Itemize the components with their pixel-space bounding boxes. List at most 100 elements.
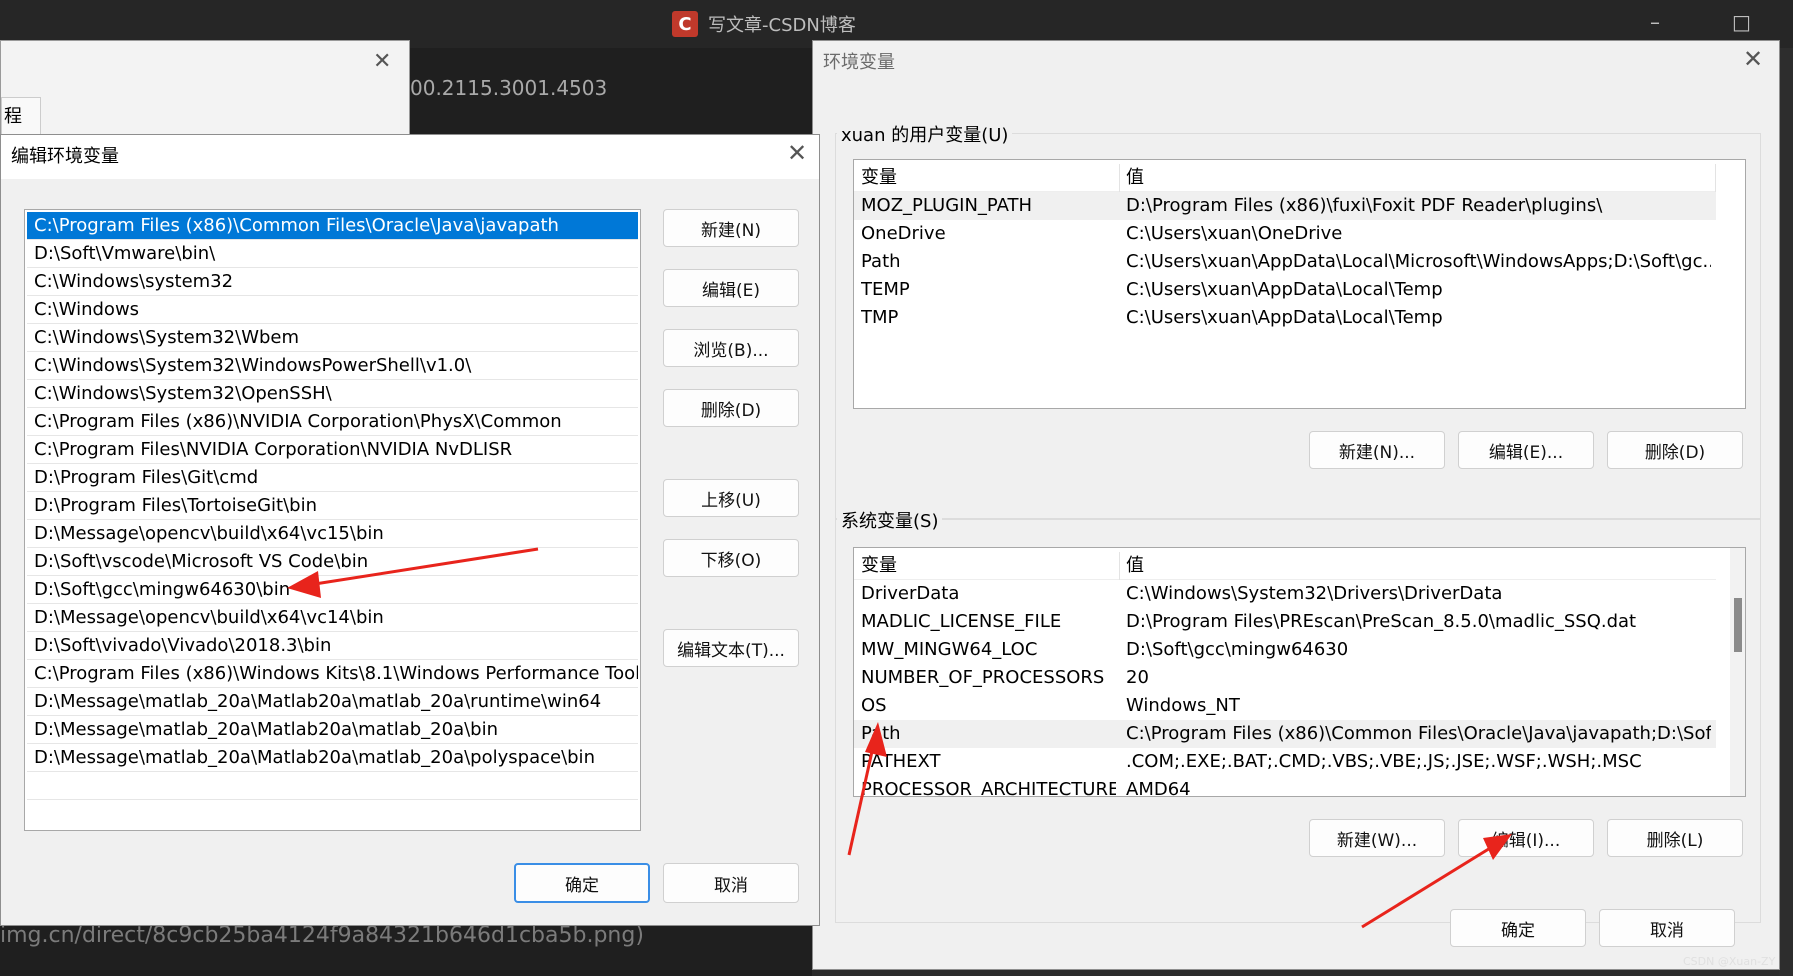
table-row[interactable]: MW_MINGW64_LOC D:\Soft\gcc\mingw64630 — [854, 636, 1716, 664]
list-item[interactable]: C:\Windows\System32\WindowsPowerShell\v1… — [27, 352, 638, 380]
browse-button[interactable]: 浏览(B)... — [663, 329, 799, 367]
move-up-button[interactable]: 上移(U) — [663, 479, 799, 517]
var-value: C:\Users\xuan\AppData\Local\Temp — [1126, 307, 1443, 328]
list-item[interactable]: C:\Windows\system32 — [27, 268, 638, 296]
list-item[interactable]: D:\Soft\vscode\Microsoft VS Code\bin — [27, 548, 638, 576]
column-header-variable[interactable]: 变量 — [861, 552, 1116, 580]
table-row[interactable]: MADLIC_LICENSE_FILE D:\Program Files\PRE… — [854, 608, 1716, 636]
list-item[interactable]: D:\Program Files\TortoiseGit\bin — [27, 492, 638, 520]
edit-environment-variable-dialog: 编辑环境变量 ✕ C:\Program Files (x86)\Common F… — [0, 134, 820, 926]
var-name: OS — [861, 695, 887, 716]
table-row-path[interactable]: Path C:\Program Files (x86)\Common Files… — [854, 720, 1716, 748]
var-name: DriverData — [861, 583, 960, 604]
user-new-button[interactable]: 新建(N)... — [1309, 431, 1445, 469]
vertical-scrollbar[interactable] — [1730, 548, 1745, 796]
list-item[interactable]: C:\Program Files (x86)\Windows Kits\8.1\… — [27, 660, 638, 688]
var-value: AMD64 — [1126, 779, 1191, 797]
table-header: 变量 值 — [854, 164, 1716, 192]
list-item-empty[interactable] — [27, 772, 638, 800]
table-row[interactable]: TMP C:\Users\xuan\AppData\Local\Temp — [854, 304, 1716, 332]
var-value: C:\Users\xuan\OneDrive — [1126, 223, 1343, 244]
sysprops-tab[interactable]: 程 — [1, 97, 41, 137]
list-item[interactable]: D:\Message\matlab_20a\Matlab20a\matlab_2… — [27, 688, 638, 716]
dialog-title: 环境变量 — [823, 52, 895, 73]
user-vars-table[interactable]: 变量 值 MOZ_PLUGIN_PATH D:\Program Files (x… — [853, 159, 1746, 409]
list-item[interactable]: D:\Program Files\Git\cmd — [27, 464, 638, 492]
list-item[interactable]: C:\Windows — [27, 296, 638, 324]
address-bar-fragment[interactable]: 00.2115.3001.4503 — [410, 68, 810, 108]
cancel-button[interactable]: 取消 — [1599, 909, 1735, 947]
list-item[interactable]: C:\Windows\System32\OpenSSH\ — [27, 380, 638, 408]
close-icon[interactable]: ✕ — [1743, 45, 1763, 73]
background-edge — [1779, 48, 1793, 976]
system-delete-button[interactable]: 删除(L) — [1607, 819, 1743, 857]
system-vars-label: 系统变量(S) — [837, 507, 943, 533]
list-item-gcc[interactable]: D:\Soft\gcc\mingw64630\bin — [27, 576, 638, 604]
close-icon[interactable]: ✕ — [373, 49, 391, 74]
system-edit-button[interactable]: 编辑(I)... — [1458, 819, 1594, 857]
close-icon[interactable]: ✕ — [787, 139, 807, 167]
var-value: D:\Program Files\PREscan\PreScan_8.5.0\m… — [1126, 611, 1637, 632]
var-name: PROCESSOR_ARCHITECTURE — [861, 779, 1116, 797]
minimize-icon[interactable]: – — [1650, 10, 1660, 34]
list-item[interactable]: D:\Message\matlab_20a\Matlab20a\matlab_2… — [27, 744, 638, 772]
column-header-variable[interactable]: 变量 — [861, 164, 1116, 192]
table-header: 变量 值 — [854, 552, 1716, 580]
list-item[interactable]: D:\Message\opencv\build\x64\vc14\bin — [27, 604, 638, 632]
system-properties-dialog: ✕ 程 — [0, 40, 410, 137]
list-item[interactable]: D:\Message\matlab_20a\Matlab20a\matlab_2… — [27, 716, 638, 744]
table-row[interactable]: NUMBER_OF_PROCESSORS 20 — [854, 664, 1716, 692]
var-name: MW_MINGW64_LOC — [861, 639, 1038, 660]
system-vars-table[interactable]: 变量 值 DriverData C:\Windows\System32\Driv… — [853, 547, 1746, 797]
list-item[interactable]: C:\Program Files (x86)\NVIDIA Corporatio… — [27, 408, 638, 436]
table-row[interactable]: TEMP C:\Users\xuan\AppData\Local\Temp — [854, 276, 1716, 304]
list-item-selected[interactable]: C:\Program Files (x86)\Common Files\Orac… — [27, 212, 638, 240]
var-name: MADLIC_LICENSE_FILE — [861, 611, 1062, 632]
table-row[interactable]: OneDrive C:\Users\xuan\OneDrive — [854, 220, 1716, 248]
ok-button[interactable]: 确定 — [514, 863, 650, 903]
edit-text-button[interactable]: 编辑文本(T)... — [663, 629, 799, 667]
scrollbar-thumb[interactable] — [1734, 598, 1742, 652]
column-header-value[interactable]: 值 — [1126, 552, 1711, 580]
user-edit-button[interactable]: 编辑(E)... — [1458, 431, 1594, 469]
system-new-button[interactable]: 新建(W)... — [1309, 819, 1445, 857]
table-row[interactable]: PROCESSOR_ARCHITECTURE AMD64 — [854, 776, 1716, 797]
table-row[interactable]: MOZ_PLUGIN_PATH D:\Program Files (x86)\f… — [854, 192, 1716, 220]
edit-button[interactable]: 编辑(E) — [663, 269, 799, 307]
list-item[interactable]: D:\Message\opencv\build\x64\vc15\bin — [27, 520, 638, 548]
maximize-icon[interactable]: □ — [1732, 10, 1751, 34]
environment-variables-dialog: 环境变量 ✕ xuan 的用户变量(U) 变量 值 MOZ_PLUGIN_PAT… — [812, 40, 1780, 970]
list-item[interactable]: D:\Soft\Vmware\bin\ — [27, 240, 638, 268]
list-item[interactable]: D:\Soft\vivado\Vivado\2018.3\bin — [27, 632, 638, 660]
table-row[interactable]: PATHEXT .COM;.EXE;.BAT;.CMD;.VBS;.VBE;.J… — [854, 748, 1716, 776]
list-item[interactable]: C:\Program Files\NVIDIA Corporation\NVID… — [27, 436, 638, 464]
user-delete-button[interactable]: 删除(D) — [1607, 431, 1743, 469]
user-vars-label: xuan 的用户变量(U) — [837, 121, 1013, 147]
var-name: OneDrive — [861, 223, 946, 244]
var-value: C:\Windows\System32\Drivers\DriverData — [1126, 583, 1503, 604]
delete-button[interactable]: 删除(D) — [663, 389, 799, 427]
column-separator — [1119, 552, 1120, 580]
list-item[interactable]: C:\Windows\System32\Wbem — [27, 324, 638, 352]
table-row[interactable]: Path C:\Users\xuan\AppData\Local\Microso… — [854, 248, 1716, 276]
table-row[interactable]: DriverData C:\Windows\System32\Drivers\D… — [854, 580, 1716, 608]
cancel-button[interactable]: 取消 — [663, 863, 799, 903]
column-separator — [1119, 164, 1120, 192]
dialog-title: 编辑环境变量 — [1, 135, 819, 179]
var-value: .COM;.EXE;.BAT;.CMD;.VBS;.VBE;.JS;.JSE;.… — [1126, 751, 1642, 772]
var-name: TMP — [861, 307, 899, 328]
move-down-button[interactable]: 下移(O) — [663, 539, 799, 577]
path-list[interactable]: C:\Program Files (x86)\Common Files\Orac… — [24, 209, 641, 831]
browser-tab[interactable]: C 写文章-CSDN博客 — [672, 10, 856, 38]
ok-button[interactable]: 确定 — [1450, 909, 1586, 947]
var-name: PATHEXT — [861, 751, 941, 772]
var-name: MOZ_PLUGIN_PATH — [861, 195, 1033, 216]
table-row[interactable]: OS Windows_NT — [854, 692, 1716, 720]
column-header-value[interactable]: 值 — [1126, 164, 1711, 192]
csdn-logo-icon: C — [672, 11, 698, 37]
new-button[interactable]: 新建(N) — [663, 209, 799, 247]
var-value: Windows_NT — [1126, 695, 1240, 716]
var-name: TEMP — [861, 279, 910, 300]
var-value: 20 — [1126, 667, 1149, 688]
var-value: D:\Soft\gcc\mingw64630 — [1126, 639, 1349, 660]
